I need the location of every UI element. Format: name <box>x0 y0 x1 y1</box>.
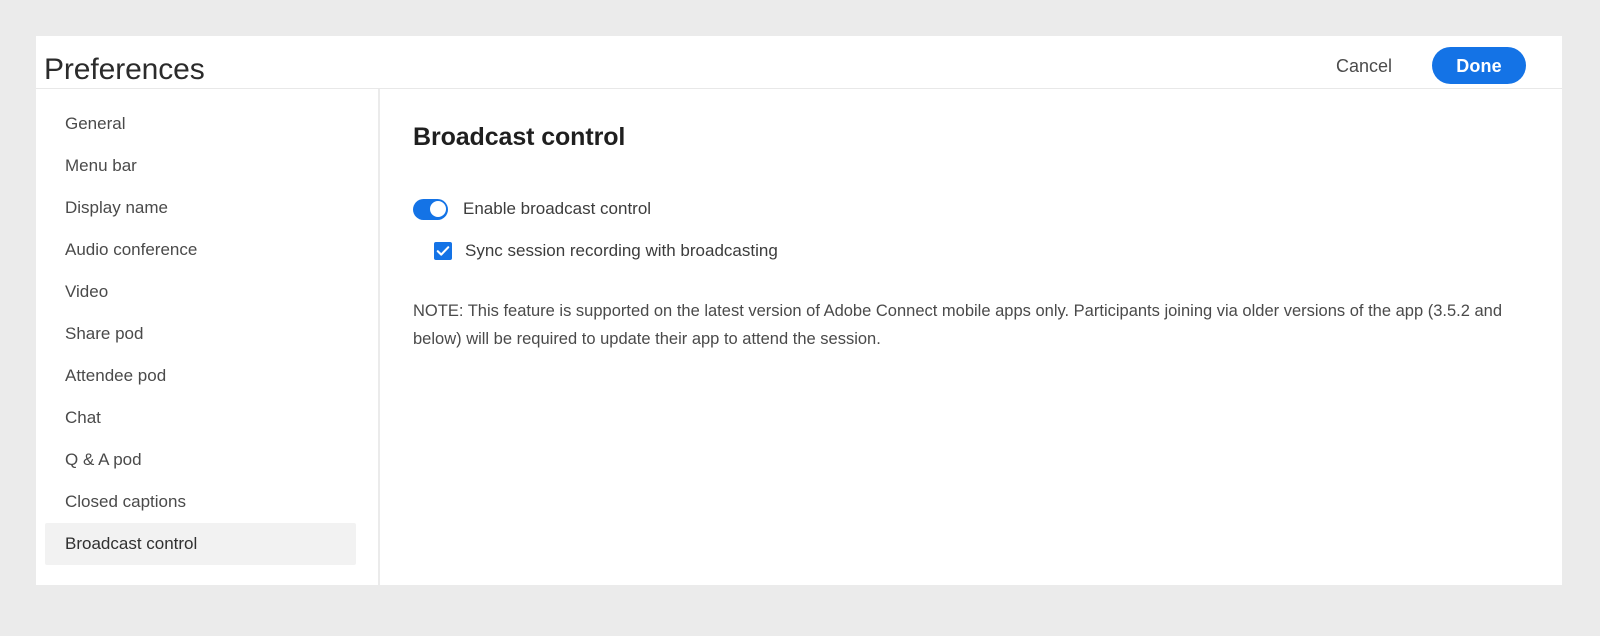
preferences-dialog: Preferences Cancel Done General Menu bar… <box>36 36 1562 585</box>
panel-title: Broadcast control <box>413 123 626 151</box>
sidebar-item-label: Q & A pod <box>65 450 142 469</box>
sidebar-item-attendee-pod[interactable]: Attendee pod <box>45 355 356 397</box>
sidebar-item-general[interactable]: General <box>45 103 356 145</box>
sidebar-item-label: Share pod <box>65 324 144 343</box>
sidebar-item-label: Audio conference <box>65 240 198 259</box>
dialog-body: General Menu bar Display name Audio conf… <box>36 89 1562 585</box>
sidebar-item-audio-conference[interactable]: Audio conference <box>45 229 356 271</box>
sidebar-item-label: Menu bar <box>65 156 137 175</box>
sidebar-item-label: General <box>65 114 126 133</box>
enable-broadcast-control-toggle[interactable] <box>413 198 448 220</box>
sidebar-item-label: Display name <box>65 198 168 217</box>
checkmark-icon <box>436 246 450 256</box>
sidebar-item-closed-captions[interactable]: Closed captions <box>45 481 356 523</box>
sidebar-item-share-pod[interactable]: Share pod <box>45 313 356 355</box>
sidebar-item-broadcast-control[interactable]: Broadcast control <box>45 523 356 565</box>
broadcast-control-note: NOTE: This feature is supported on the l… <box>413 302 1503 348</box>
sync-session-recording-row: Sync session recording with broadcasting <box>434 241 1562 261</box>
sidebar-item-video[interactable]: Video <box>45 271 356 313</box>
preferences-sidebar: General Menu bar Display name Audio conf… <box>36 89 380 585</box>
sync-session-recording-checkbox[interactable] <box>434 242 452 260</box>
sync-session-recording-label: Sync session recording with broadcasting <box>465 241 778 260</box>
toggle-knob <box>429 201 446 217</box>
enable-broadcast-control-row: Enable broadcast control <box>413 198 1562 220</box>
sidebar-item-display-name[interactable]: Display name <box>45 187 356 229</box>
sidebar-item-label: Broadcast control <box>65 534 198 553</box>
sidebar-item-label: Video <box>65 282 109 301</box>
done-button[interactable]: Done <box>1432 47 1526 84</box>
cancel-button[interactable]: Cancel <box>1322 48 1406 84</box>
broadcast-control-panel: Broadcast control Enable broadcast contr… <box>380 89 1562 585</box>
sidebar-item-qa-pod[interactable]: Q & A pod <box>45 439 356 481</box>
sidebar-item-chat[interactable]: Chat <box>45 397 356 439</box>
sidebar-item-label: Closed captions <box>65 492 186 511</box>
enable-broadcast-control-label: Enable broadcast control <box>463 199 652 218</box>
header-actions: Cancel Done <box>1322 47 1526 84</box>
dialog-header: Preferences Cancel Done <box>36 36 1562 89</box>
page-title: Preferences <box>44 53 205 86</box>
sidebar-item-label: Attendee pod <box>65 366 167 385</box>
sidebar-item-label: Chat <box>65 408 101 427</box>
sidebar-item-menu-bar[interactable]: Menu bar <box>45 145 356 187</box>
